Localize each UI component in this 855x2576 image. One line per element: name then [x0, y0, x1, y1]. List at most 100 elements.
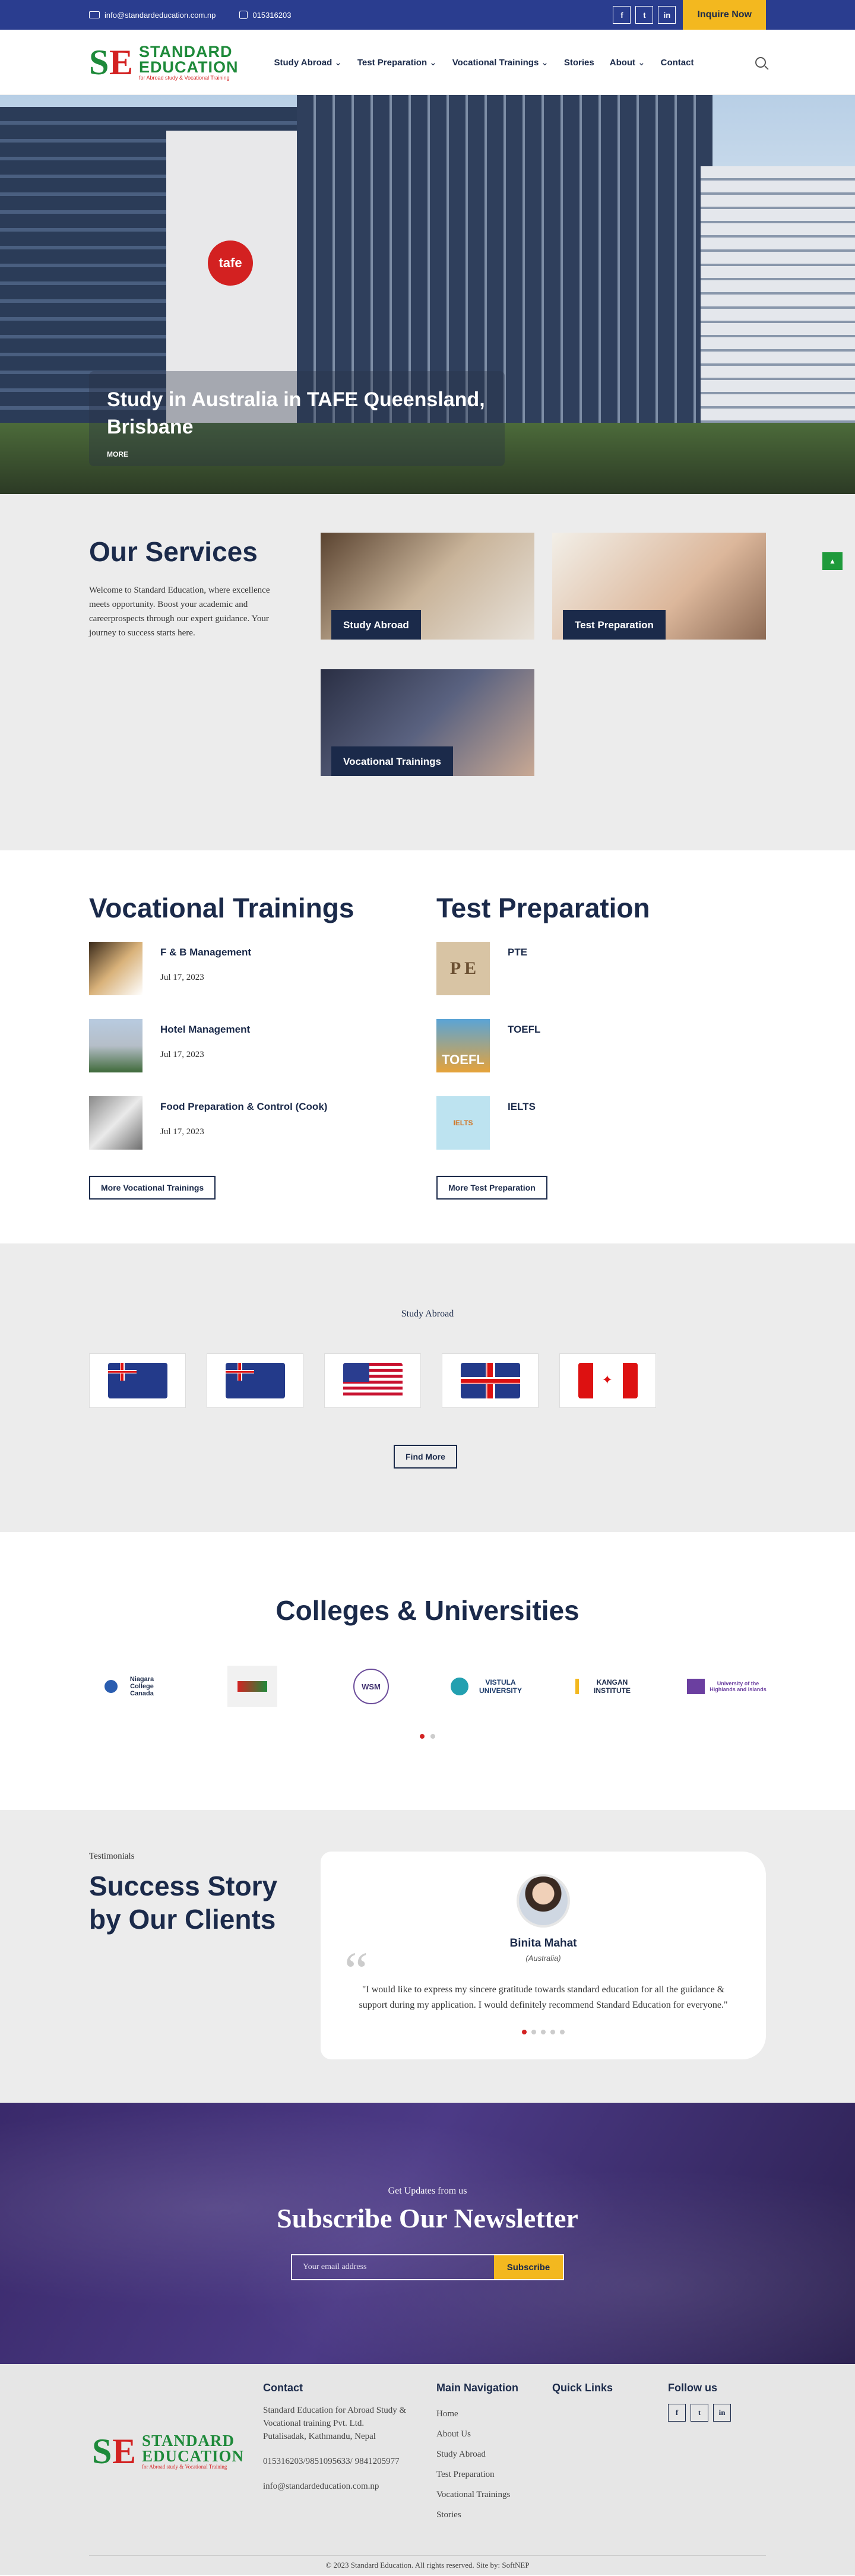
list-item[interactable]: P E PTE — [436, 942, 721, 1019]
college-logo[interactable]: WSM — [327, 1666, 416, 1707]
hero-more-link[interactable]: MORE — [107, 450, 128, 458]
top-email[interactable]: info@standardeducation.com.np — [89, 11, 216, 20]
item-title: F & B Management — [160, 947, 252, 958]
list-item[interactable]: TOEFL TOEFL — [436, 1019, 721, 1096]
nav-contact[interactable]: Contact — [661, 58, 694, 68]
list-item[interactable]: Food Preparation & Control (Cook) Jul 17… — [89, 1096, 374, 1173]
site-footer: SE STANDARD EDUCATION for Abroad study &… — [0, 2364, 855, 2575]
linkedin-icon[interactable]: in — [713, 2404, 731, 2422]
college-logo[interactable]: Niagara College Canada — [89, 1666, 178, 1707]
footer-link-study-abroad[interactable]: Study Abroad — [436, 2444, 518, 2464]
facebook-icon[interactable]: f — [613, 6, 631, 24]
services-title: Our Services — [89, 536, 258, 567]
carousel-dot[interactable] — [560, 2030, 565, 2034]
footer-follow: Follow us f t in — [668, 2382, 731, 2422]
twitter-icon[interactable]: t — [691, 2404, 708, 2422]
carousel-dot[interactable] — [531, 2030, 536, 2034]
nav-test-preparation[interactable]: Test Preparation — [357, 57, 437, 68]
carousel-dot[interactable] — [550, 2030, 555, 2034]
twitter-icon[interactable]: t — [635, 6, 654, 24]
nav-vocational-trainings[interactable]: Vocational Trainings — [452, 57, 549, 68]
avatar — [517, 1874, 570, 1928]
service-card-test-preparation[interactable]: Test Preparation — [552, 533, 766, 640]
top-phone[interactable]: 015316203 — [239, 11, 291, 20]
footer-email[interactable]: info@standardeducation.com.np — [263, 2480, 411, 2493]
service-card-vocational-trainings[interactable]: Vocational Trainings — [321, 669, 534, 776]
vocational-title: Vocational Trainings — [89, 893, 354, 923]
logo-mark: SE — [89, 43, 134, 82]
footer-link-vocational[interactable]: Vocational Trainings — [436, 2485, 518, 2505]
colleges-title: Colleges & Universities — [276, 1595, 580, 1626]
college-logo[interactable]: VISTULA UNIVERSITY — [445, 1666, 534, 1707]
carousel-dot[interactable] — [420, 1734, 425, 1739]
top-phone-text: 015316203 — [252, 10, 292, 20]
item-title: PTE — [508, 947, 528, 958]
newsletter-section: Get Updates from us Subscribe Our Newsle… — [0, 2103, 855, 2364]
scroll-top-icon[interactable]: ▲ — [822, 552, 843, 570]
footer-phones[interactable]: 015316203/9851095633/ 9841205977 — [263, 2455, 411, 2468]
item-thumbnail: TOEFL — [436, 1019, 490, 1072]
tafe-sign: tafe — [208, 240, 253, 286]
testprep-column: Test Preparation P E PTE TOEFL TOEFL IEL… — [436, 892, 721, 1200]
newsletter-form: Subscribe — [291, 2254, 564, 2280]
footer-contact-title: Contact — [263, 2382, 303, 2394]
footer-link-about[interactable]: About Us — [436, 2424, 518, 2444]
country-card[interactable] — [442, 1353, 539, 1408]
item-thumbnail — [89, 1019, 142, 1072]
college-logo[interactable] — [208, 1666, 297, 1707]
search-icon[interactable] — [755, 57, 766, 68]
testimonials-title: Success Story by Our Clients — [89, 1871, 278, 1935]
testimonial-card: Binita Mahat (Australia) “ "I would like… — [321, 1852, 766, 2059]
study-abroad-subtitle: Study Abroad — [401, 1309, 454, 1319]
testimonial-quote: "I would like to express my sincere grat… — [359, 1985, 728, 2010]
list-item[interactable]: F & B Management Jul 17, 2023 — [89, 942, 374, 1019]
facebook-icon[interactable]: f — [668, 2404, 686, 2422]
list-item[interactable]: Hotel Management Jul 17, 2023 — [89, 1019, 374, 1096]
logo-line1: STANDARD — [139, 43, 233, 61]
top-email-text: info@standardeducation.com.np — [104, 10, 216, 20]
testimonial-name: Binita Mahat — [509, 1937, 577, 1950]
service-label: Vocational Trainings — [331, 746, 453, 776]
services-section: Our Services Welcome to Standard Educati… — [0, 494, 855, 850]
list-item[interactable]: IELTS IELTS — [436, 1096, 721, 1173]
hero-banner: tafe Study in Australia in TAFE Queensla… — [0, 95, 855, 494]
services-description: Welcome to Standard Education, where exc… — [89, 586, 270, 638]
inquire-now-button[interactable]: Inquire Now — [683, 0, 766, 30]
carousel-dot[interactable] — [430, 1734, 435, 1739]
college-logo[interactable]: KANGAN INSTITUTE — [564, 1666, 653, 1707]
country-card[interactable] — [324, 1353, 421, 1408]
item-thumbnail — [89, 1096, 142, 1150]
country-card[interactable] — [207, 1353, 303, 1408]
newsletter-subtitle: Get Updates from us — [388, 2186, 467, 2196]
college-logo[interactable]: University of the Highlands and Islands — [683, 1666, 772, 1707]
service-label: Test Preparation — [563, 610, 666, 640]
footer-logo[interactable]: SE STANDARD EDUCATION for Abroad study &… — [92, 2432, 244, 2470]
subscribe-button[interactable]: Subscribe — [494, 2255, 563, 2279]
more-vocational-button[interactable]: More Vocational Trainings — [89, 1176, 216, 1200]
nav-stories[interactable]: Stories — [564, 58, 594, 68]
nav-study-abroad[interactable]: Study Abroad — [274, 57, 342, 68]
copyright: © 2023 Standard Education. All rights re… — [89, 2555, 766, 2570]
country-card[interactable] — [559, 1353, 656, 1408]
find-more-button[interactable]: Find More — [394, 1445, 457, 1469]
carousel-dot[interactable] — [522, 2030, 527, 2034]
service-card-study-abroad[interactable]: Study Abroad — [321, 533, 534, 640]
testimonials-tag: Testimonials — [89, 1852, 135, 1861]
logo-line2: EDUCATION — [139, 58, 239, 76]
footer-link-stories[interactable]: Stories — [436, 2505, 518, 2525]
newsletter-email-input[interactable] — [292, 2255, 494, 2279]
country-card[interactable] — [89, 1353, 186, 1408]
hero-title: Study in Australia in TAFE Queensland, B… — [107, 388, 485, 438]
nav-about[interactable]: About — [610, 57, 645, 68]
footer-link-home[interactable]: Home — [436, 2404, 518, 2424]
more-testprep-button[interactable]: More Test Preparation — [436, 1176, 547, 1200]
item-date: Jul 17, 2023 — [160, 973, 204, 982]
carousel-dot[interactable] — [541, 2030, 546, 2034]
footer-link-test-preparation[interactable]: Test Preparation — [436, 2464, 518, 2485]
college-name: University of the Highlands and Islands — [710, 1681, 767, 1692]
site-logo[interactable]: SE STANDARD EDUCATION for Abroad study &… — [89, 43, 239, 81]
testimonial-dots — [321, 2030, 766, 2034]
linkedin-icon[interactable]: in — [658, 6, 676, 24]
footer-quick-links-title: Quick Links — [552, 2382, 613, 2394]
logo-mark: SE — [92, 2432, 137, 2471]
